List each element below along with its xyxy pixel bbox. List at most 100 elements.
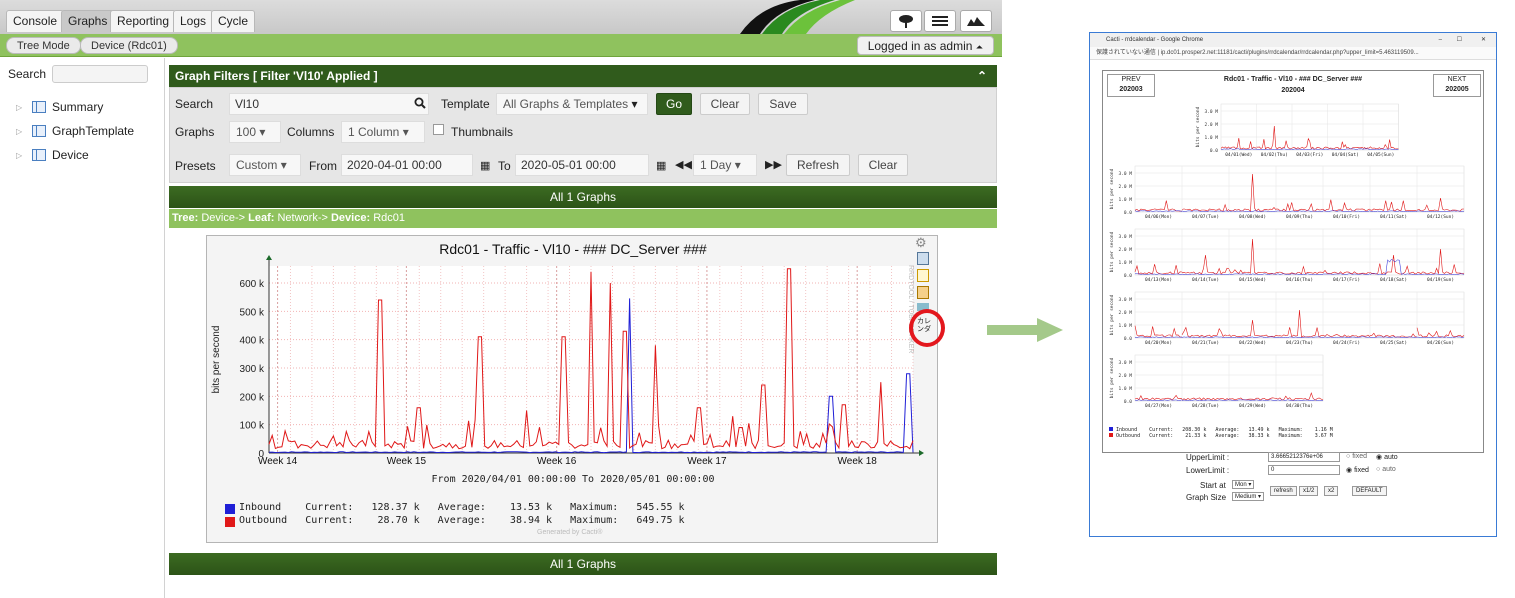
tab-cycle[interactable]: Cycle bbox=[211, 10, 256, 32]
breadcrumb-device[interactable]: Device (Rdc01) bbox=[80, 37, 178, 54]
graph-size-value: Medium bbox=[1235, 494, 1257, 500]
export-icon[interactable] bbox=[917, 252, 929, 265]
calendar-legend: Inbound Current: 208.30 k Average: 13.49… bbox=[1109, 427, 1333, 439]
tab-reporting[interactable]: Reporting bbox=[110, 10, 177, 32]
mini-day-label: 04/29(Wed) bbox=[1239, 403, 1266, 409]
calendar-refresh-button[interactable]: refresh bbox=[1270, 486, 1297, 496]
tab-logs[interactable]: Logs bbox=[173, 10, 214, 32]
graph-size-select[interactable]: Medium ▾ bbox=[1232, 492, 1265, 501]
upper-auto-radio[interactable]: ◉ auto bbox=[1376, 453, 1398, 461]
upper-fixed-label: fixed bbox=[1352, 453, 1367, 460]
list-view-icon[interactable] bbox=[924, 10, 956, 32]
legend-outbound-stats: Current: 28.70 k Average: 38.94 k Maximu… bbox=[305, 515, 685, 526]
clear-timespan-button[interactable]: Clear bbox=[858, 154, 908, 176]
gear-icon[interactable]: ⚙ bbox=[915, 235, 927, 251]
breadcrumb: Tree Mode Device (Rdc01) Logged in as ad… bbox=[0, 34, 1002, 57]
graphs-label: Graphs bbox=[175, 125, 215, 139]
upper-fixed-radio[interactable]: ○ fixed bbox=[1346, 453, 1367, 460]
mini-y-tick: 2.0 M bbox=[1118, 310, 1132, 316]
lower-limit-input[interactable]: 0 bbox=[1268, 465, 1340, 475]
timespan-value: 1 Day bbox=[700, 158, 732, 172]
lower-fixed-radio[interactable]: ◉ fixed bbox=[1346, 466, 1369, 474]
popup-url-bar[interactable]: 保護されていない通信 | ip.dc01.prosper2.net:11181/… bbox=[1090, 47, 1496, 60]
legend-swatch-outbound bbox=[1109, 433, 1113, 437]
save-button[interactable]: Save bbox=[758, 93, 808, 115]
csv-icon[interactable] bbox=[917, 269, 929, 282]
collapse-icon[interactable]: ⌃ bbox=[977, 65, 987, 87]
sidebar-item-label: GraphTemplate bbox=[52, 124, 135, 138]
go-button[interactable]: Go bbox=[656, 93, 692, 115]
mini-day-label: 04/24(Fri) bbox=[1333, 340, 1360, 346]
legend-swatch-outbound bbox=[225, 517, 235, 527]
calendar-icon[interactable]: ▦ bbox=[480, 159, 490, 172]
sidebar-item-summary[interactable]: ▷ Summary bbox=[16, 100, 103, 114]
caret-down-icon: ▾ bbox=[402, 125, 409, 139]
tree-node-icon bbox=[32, 149, 46, 161]
zoom-double-button[interactable]: x2 bbox=[1324, 486, 1339, 496]
clear-button[interactable]: Clear bbox=[700, 93, 750, 115]
zoom-half-button[interactable]: x1/2 bbox=[1299, 486, 1319, 496]
upper-limit-input[interactable]: 3.6665212376e+06 bbox=[1268, 452, 1340, 462]
default-button[interactable]: DEFAULT bbox=[1352, 486, 1387, 496]
template-value: All Graphs & Templates bbox=[503, 97, 629, 111]
from-date-input[interactable]: 2020-04-01 00:00 bbox=[341, 154, 473, 176]
mini-y-tick: 0.0 bbox=[1124, 273, 1132, 279]
to-date-input[interactable]: 2020-05-01 00:00 bbox=[515, 154, 649, 176]
close-icon[interactable]: ✕ bbox=[1481, 33, 1486, 47]
template-select[interactable]: All Graphs & Templates ▾ bbox=[496, 93, 648, 115]
tree-path-leaf-value: Network-> bbox=[277, 212, 328, 224]
y-tick-label: 600 k bbox=[240, 279, 265, 290]
shift-left-icon[interactable]: ◀◀ bbox=[675, 158, 692, 171]
maximize-icon[interactable]: ☐ bbox=[1457, 33, 1462, 47]
lower-auto-radio[interactable]: ○ auto bbox=[1376, 466, 1396, 473]
y-tick-label: 300 k bbox=[240, 364, 265, 375]
expand-icon[interactable]: ▷ bbox=[16, 151, 32, 160]
presets-select[interactable]: Custom ▾ bbox=[229, 154, 301, 176]
graph-image[interactable]: Rdc01 - Traffic - Vl10 - ### DC_Server #… bbox=[206, 235, 938, 543]
mini-day-label: 04/12(Sun) bbox=[1427, 214, 1454, 220]
generated-by: Generated by Cacti® bbox=[537, 529, 603, 536]
login-status[interactable]: Logged in as admin ⏶ bbox=[856, 36, 994, 55]
sidebar-item-graphtemplate[interactable]: ▷ GraphTemplate bbox=[16, 124, 134, 138]
tree-view-icon[interactable] bbox=[890, 10, 922, 32]
legend-outbound: Outbound Current: 28.70 k Average: 38.94… bbox=[239, 515, 685, 526]
timespan-select[interactable]: 1 Day ▾ bbox=[693, 154, 757, 176]
mini-day-label: 04/19(Sun) bbox=[1427, 277, 1454, 283]
refresh-button[interactable]: Refresh bbox=[786, 154, 850, 176]
breadcrumb-tree-mode[interactable]: Tree Mode bbox=[6, 37, 81, 54]
sidebar-search-input[interactable] bbox=[52, 65, 148, 83]
y-axis-arrow bbox=[266, 255, 272, 260]
cacti-window: Console Graphs Reporting Logs Cycle Tree… bbox=[0, 0, 1002, 598]
legend-swatch-inbound bbox=[225, 504, 235, 514]
sidebar-item-device[interactable]: ▷ Device bbox=[16, 148, 89, 162]
calendar-icon[interactable]: ▦ bbox=[656, 159, 666, 172]
mini-y-tick: 2.0 M bbox=[1118, 247, 1132, 253]
start-at-select[interactable]: Mon ▾ bbox=[1232, 480, 1255, 489]
minimize-icon[interactable]: – bbox=[1439, 33, 1442, 47]
shift-right-icon[interactable]: ▶▶ bbox=[765, 158, 782, 171]
mini-y-tick: 1.0 M bbox=[1118, 323, 1132, 329]
expand-icon[interactable]: ▷ bbox=[16, 103, 32, 112]
mini-day-label: 04/05(Sun) bbox=[1367, 152, 1394, 158]
tree-node-icon bbox=[32, 101, 46, 113]
edit-icon[interactable] bbox=[917, 286, 929, 299]
caret-down-icon: ▾ bbox=[280, 158, 287, 172]
presets-label: Presets bbox=[175, 159, 216, 173]
search-icon[interactable] bbox=[414, 97, 426, 112]
columns-select[interactable]: 1 Column ▾ bbox=[341, 121, 425, 143]
tab-graphs[interactable]: Graphs bbox=[61, 10, 115, 32]
thumbnails-checkbox[interactable] bbox=[433, 124, 444, 135]
caret-down-icon: ▾ bbox=[259, 125, 266, 139]
mini-day-label: 04/26(Sun) bbox=[1427, 340, 1454, 346]
graph-filters-title: Graph Filters [ Filter 'Vl10' Applied ] bbox=[175, 69, 378, 83]
mini-day-label: 04/02(Thu) bbox=[1261, 152, 1288, 158]
expand-icon[interactable]: ▷ bbox=[16, 127, 32, 136]
legend-inbound: Inbound Current: 128.37 k Average: 13.53… bbox=[239, 502, 685, 513]
calendar-graphs: 0.01.0 M2.0 M3.0 Mbits per second04/01(W… bbox=[1109, 103, 1465, 409]
preview-view-icon[interactable] bbox=[960, 10, 992, 32]
tab-console[interactable]: Console bbox=[6, 10, 65, 32]
graphs-per-page-select[interactable]: 100 ▾ bbox=[229, 121, 281, 143]
mini-day-label: 04/14(Tue) bbox=[1192, 277, 1219, 283]
search-input[interactable]: Vl10 bbox=[229, 93, 429, 115]
mini-day-label: 04/30(Thu) bbox=[1286, 403, 1313, 409]
